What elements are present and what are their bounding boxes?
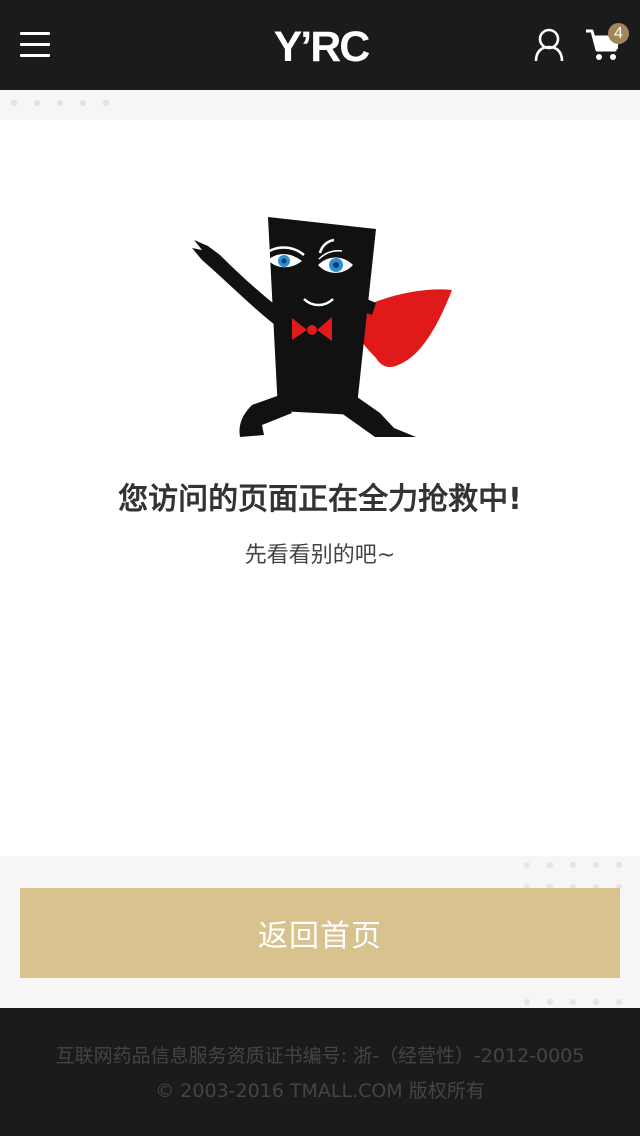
license-text: 互联网药品信息服务资质证书编号: 浙-（经营性）-2012-0005 bbox=[55, 1045, 585, 1067]
hamburger-menu-icon[interactable] bbox=[20, 32, 50, 58]
error-subtitle: 先看看别的吧~ bbox=[244, 543, 396, 568]
top-navigation-bar: Y’RC 4 bbox=[0, 0, 640, 90]
error-content-panel: 您访问的页面正在全力抢救中! 先看看别的吧~ bbox=[0, 120, 640, 856]
user-icon[interactable] bbox=[533, 28, 565, 62]
logo[interactable]: Y’RC bbox=[260, 22, 382, 68]
error-title: 您访问的页面正在全力抢救中! bbox=[118, 482, 522, 517]
cart-count-badge: 4 bbox=[608, 23, 629, 44]
decorative-dots bbox=[11, 100, 109, 106]
logo-text: Y’RC bbox=[274, 23, 370, 68]
superhero-mascot-illustration bbox=[192, 217, 452, 437]
back-to-home-button[interactable]: 返回首页 bbox=[20, 888, 620, 978]
copyright-text: © 2003-2016 TMALL.COM 版权所有 bbox=[155, 1080, 485, 1102]
footer: 互联网药品信息服务资质证书编号: 浙-（经营性）-2012-0005 © 200… bbox=[0, 1008, 640, 1136]
